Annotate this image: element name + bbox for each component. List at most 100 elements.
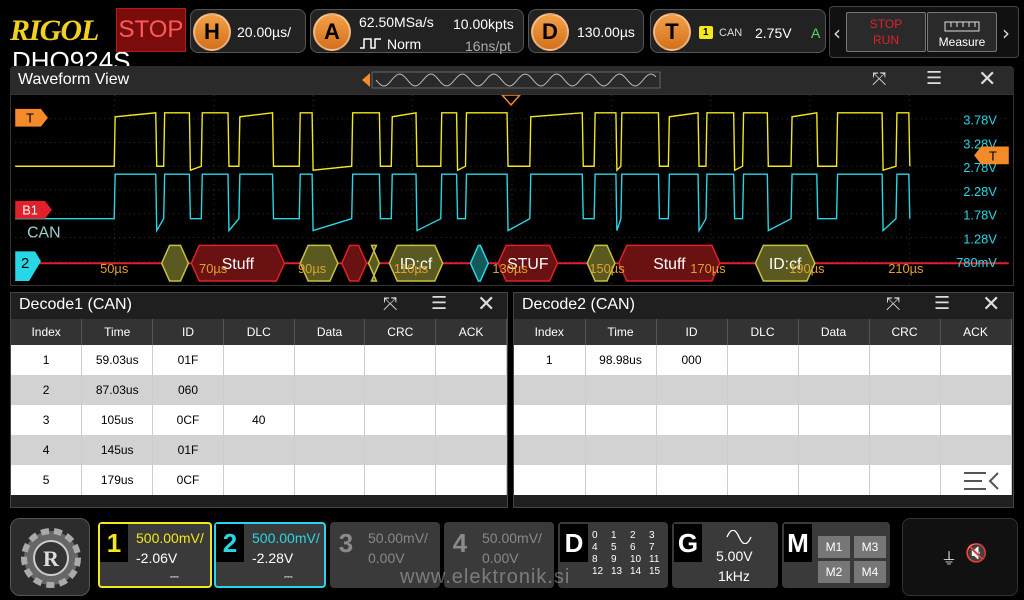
table-cell: 1 xyxy=(514,345,586,375)
touch-zoom-icon[interactable]: ⤧ xyxy=(383,294,397,315)
table-cell xyxy=(869,345,941,375)
close-icon[interactable]: ✕ xyxy=(978,67,996,92)
horizontal-control[interactable]: H 20.00µs/ xyxy=(190,9,306,53)
digital-bit: 0 xyxy=(592,530,598,541)
table-cell: 179us xyxy=(81,465,154,495)
column-header: ACK xyxy=(940,319,1012,345)
generator-frequency: 1kHz xyxy=(718,568,750,584)
status-area: ⏚ 🔇 xyxy=(902,518,1018,596)
column-header: DLC xyxy=(727,319,799,345)
channel-1-number: 1 xyxy=(100,524,128,562)
generator-amplitude: 5.00V xyxy=(716,548,753,564)
table-row[interactable]: 1 98.98us 000 xyxy=(514,345,1012,375)
run-label: RUN xyxy=(873,33,899,47)
bus-protocol-label: CAN xyxy=(27,225,60,242)
ch2-marker-label: 2 xyxy=(21,256,29,272)
delay-badge: D xyxy=(531,13,569,51)
trigger-control[interactable]: T 1 CAN 2.75V A xyxy=(650,9,826,53)
table-row[interactable]: 4 145us 01F xyxy=(11,435,507,465)
math-m4-button[interactable]: M4 xyxy=(854,561,886,583)
table-cell xyxy=(514,375,586,405)
table-cell xyxy=(585,405,657,435)
math-m3-button[interactable]: M3 xyxy=(854,536,886,558)
svg-text:R: R xyxy=(43,546,60,571)
table-cell: 40 xyxy=(223,405,295,435)
table-cell xyxy=(798,345,870,375)
prev-arrow-icon[interactable]: ‹ xyxy=(833,21,841,45)
next-arrow-icon[interactable]: › xyxy=(1002,21,1010,45)
run-state-indicator[interactable]: STOP xyxy=(116,8,186,52)
home-gear-button[interactable]: R xyxy=(10,518,90,596)
math-box[interactable]: M M1 M3 M2 M4 xyxy=(782,522,890,588)
math-m1-button[interactable]: M1 xyxy=(818,536,850,558)
table-cell xyxy=(435,345,507,375)
digital-bit: 3 xyxy=(649,530,655,541)
channel-2-offset: -2.28V xyxy=(252,550,294,566)
acquire-control[interactable]: A 62.50MSa/s 10.00kpts Norm 16ns/pt xyxy=(310,9,524,54)
column-header: ID xyxy=(152,319,224,345)
table-row[interactable]: 3 105us 0CF 40 xyxy=(11,405,507,435)
table-cell xyxy=(364,465,437,495)
touch-zoom-icon[interactable]: ⤧ xyxy=(872,69,886,90)
bus-b1-marker[interactable]: B1 xyxy=(15,200,52,219)
speaker-mute-icon[interactable]: 🔇 xyxy=(965,543,987,564)
menu-icon[interactable]: ☰ xyxy=(926,68,942,89)
table-row[interactable]: 1 59.03us 01F xyxy=(11,345,507,375)
delay-control[interactable]: D 130.00µs xyxy=(528,9,644,53)
close-icon[interactable]: ✕ xyxy=(982,292,1000,317)
dc-coupling-icon: ⎓ xyxy=(170,570,179,583)
table-cell xyxy=(727,405,799,435)
table-row[interactable] xyxy=(514,375,1012,405)
menu-icon[interactable]: ☰ xyxy=(431,293,447,314)
decode1-panel: Decode1 (CAN) ⤧ ☰ ✕ Index Time ID DLC Data CR… xyxy=(10,292,508,508)
time-axis-label: 90µs xyxy=(298,261,326,276)
generator-label: G xyxy=(674,524,702,562)
table-cell xyxy=(869,465,941,495)
dc-coupling-icon: ⎓ xyxy=(284,570,293,583)
close-icon[interactable]: ✕ xyxy=(477,292,495,317)
table-cell: 0CF xyxy=(152,405,224,435)
channel-1-box[interactable]: 1 500.00mV/ -2.06V ⎓ xyxy=(98,522,212,588)
voltage-axis-label: 780mV xyxy=(956,255,997,270)
touch-zoom-icon[interactable]: ⤧ xyxy=(886,294,900,315)
collapse-list-icon[interactable] xyxy=(962,469,1002,497)
table-cell: 4 xyxy=(11,435,83,465)
time-axis-label: 190µs xyxy=(789,261,824,276)
table-cell xyxy=(435,465,507,495)
table-row[interactable]: 2 87.03us 060 xyxy=(11,375,507,405)
table-cell xyxy=(869,435,941,465)
table-row[interactable] xyxy=(514,465,1012,495)
digital-box[interactable]: D 0 1 2 3 4 5 6 7 8 9 10 11 12 13 14 15 xyxy=(558,522,668,588)
table-row[interactable] xyxy=(514,435,1012,465)
usb-icon[interactable]: ⏚ xyxy=(941,545,957,569)
math-m2-button[interactable]: M2 xyxy=(818,561,850,583)
table-cell xyxy=(294,435,366,465)
right-controls: ‹ STOP RUN Measure › xyxy=(829,6,1019,58)
trigger-level-marker[interactable]: T xyxy=(974,146,1009,165)
memory-overview-bar[interactable] xyxy=(362,71,662,89)
bus-frame-segment xyxy=(469,244,490,282)
table-cell xyxy=(364,405,437,435)
gear-icon: R xyxy=(21,528,81,588)
table-row[interactable] xyxy=(514,405,1012,435)
table-row[interactable]: 5 179us 0CF xyxy=(11,465,507,495)
ch1-marker[interactable]: T xyxy=(15,108,48,127)
measure-button[interactable]: Measure xyxy=(927,12,997,52)
digital-bit: 9 xyxy=(611,554,617,565)
acquire-mode: Norm xyxy=(387,36,422,52)
time-axis-label: 210µs xyxy=(888,261,923,276)
table-cell xyxy=(727,465,799,495)
trigger-position-marker[interactable] xyxy=(501,95,521,107)
column-header: Index xyxy=(514,319,586,345)
column-header: Data xyxy=(294,319,366,345)
ch2-marker[interactable]: 2 xyxy=(15,251,41,282)
channel-2-box[interactable]: 2 500.00mV/ -2.28V ⎓ xyxy=(214,522,326,588)
menu-icon[interactable]: ☰ xyxy=(934,293,950,314)
stop-run-button[interactable]: STOP RUN xyxy=(846,12,926,52)
table-cell: 5 xyxy=(11,465,83,495)
waveform-display[interactable]: Stuff ID:cf STUF Stuff ID:cf 50µs 70µs 90µs 110… xyxy=(10,94,1014,286)
channel-1-scale: 500.00mV/ xyxy=(136,530,204,546)
generator-box[interactable]: G 5.00V 1kHz xyxy=(672,522,778,588)
stop-label: STOP xyxy=(869,17,903,31)
table-cell: 01F xyxy=(152,435,224,465)
